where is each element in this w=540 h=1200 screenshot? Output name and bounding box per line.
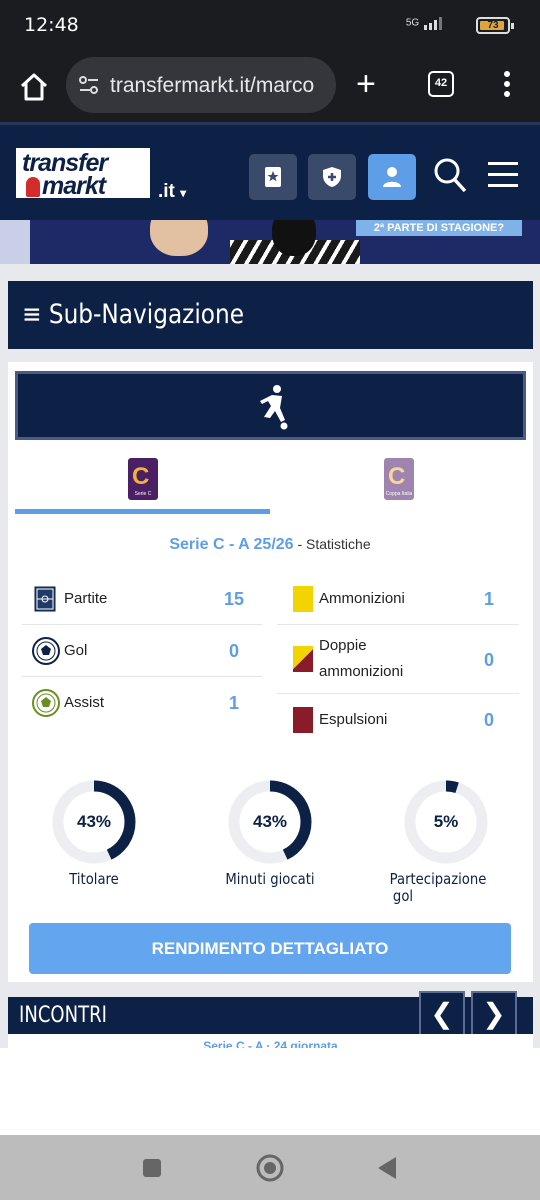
- stat-label: Espulsioni: [319, 711, 388, 728]
- account-button[interactable]: [368, 154, 416, 200]
- site-header: transfer markt .it ▾: [0, 122, 540, 220]
- new-tab-button[interactable]: +: [356, 64, 376, 104]
- status-bar: 12:48 5G 73: [0, 0, 540, 52]
- serie-c-logo-icon: C: [132, 463, 150, 490]
- stats-title: Serie C - A 25/26 - Statistiche: [0, 536, 540, 554]
- logo-text-2: markt: [42, 172, 106, 200]
- stats-label: Statistiche: [306, 536, 371, 552]
- search-icon[interactable]: [433, 157, 467, 198]
- stat-row-partite: Partite 15: [22, 573, 262, 625]
- ad-cta[interactable]: 2ª PARTE DI STAGIONE?: [356, 220, 522, 236]
- stat-label: Ammonizioni: [319, 590, 405, 607]
- browser-menu-icon[interactable]: [503, 70, 511, 103]
- ad-image-player-1: [150, 220, 208, 256]
- stat-value[interactable]: 15: [224, 589, 244, 610]
- stat-value[interactable]: 0: [484, 650, 494, 671]
- stat-row-gol: Gol 0: [22, 625, 262, 677]
- ball-icon: [32, 637, 60, 665]
- back-icon[interactable]: [376, 1156, 398, 1180]
- second-yellow-card-icon: [293, 646, 313, 672]
- football-player-icon: [260, 385, 288, 430]
- stat-label: Gol: [64, 642, 88, 659]
- stats-header: [15, 371, 526, 440]
- tab-competition-serie-c[interactable]: C Serie C: [128, 458, 158, 500]
- donut-partecipazione-gol: 5%: [403, 779, 489, 865]
- previous-button[interactable]: ❮: [419, 991, 465, 1037]
- stat-value[interactable]: 0: [484, 710, 494, 731]
- signal-icon: 5G: [406, 16, 448, 30]
- competition-label: Coppa Italia: [385, 491, 413, 497]
- donut-label: Minuti giocati: [225, 870, 315, 888]
- site-settings-icon[interactable]: [78, 75, 100, 95]
- browser-toolbar: transfermarkt.it/marco + 42: [0, 52, 540, 122]
- donut-percent: 43%: [76, 812, 112, 831]
- ad-banner[interactable]: 2ª PARTE DI STAGIONE?: [0, 220, 540, 264]
- matches-subtitle: Serie C - A · 24 giornata: [8, 1034, 533, 1048]
- stat-label-line-2: ammonizioni: [319, 663, 404, 680]
- battery-icon: 73: [476, 17, 514, 34]
- sub-navigation[interactable]: ≡ Sub-Navigazione: [8, 281, 533, 349]
- donut-percent: 5%: [433, 812, 459, 831]
- stat-value[interactable]: 1: [229, 693, 239, 714]
- stat-value[interactable]: 0: [229, 641, 239, 662]
- yellow-card-icon: [293, 586, 313, 612]
- stat-row-doppie-ammonizioni: Doppie ammonizioni 0: [277, 625, 519, 694]
- bookmark-button[interactable]: [249, 154, 297, 200]
- club-button[interactable]: [308, 154, 356, 200]
- pitch-icon: [34, 586, 56, 612]
- matches-subtitle-text: Serie C - A · 24 giornata: [203, 1039, 338, 1048]
- sub-navigation-title: ≡ Sub-Navigazione: [22, 299, 245, 330]
- network-type: 5G: [405, 17, 420, 29]
- domain-label: .it: [158, 181, 175, 202]
- url-text: transfermarkt.it/marco: [110, 74, 315, 97]
- stat-row-ammonizioni: Ammonizioni 1: [277, 573, 519, 625]
- stat-value[interactable]: 1: [484, 589, 494, 610]
- donut-label-line-2: gol: [392, 887, 414, 905]
- system-navigation-bar: [0, 1135, 540, 1200]
- next-button[interactable]: ❯: [471, 991, 517, 1037]
- detailed-performance-button[interactable]: RENDIMENTO DETTAGLIATO: [29, 923, 511, 974]
- stat-row-assist: Assist 1: [22, 677, 262, 729]
- stat-label-line-1: Doppie: [319, 637, 367, 654]
- logo-mark: [26, 177, 40, 197]
- domain-selector[interactable]: .it ▾: [158, 181, 186, 203]
- donut-label: Titolare: [69, 870, 119, 888]
- tab-switcher-button[interactable]: 42: [428, 71, 454, 97]
- user-icon: [383, 167, 401, 187]
- address-bar[interactable]: transfermarkt.it/marco: [66, 57, 336, 113]
- recents-icon[interactable]: [142, 1158, 162, 1178]
- bookmark-star-icon: [265, 167, 281, 187]
- active-tab-indicator: [15, 509, 270, 514]
- coppa-italia-logo-icon: C: [388, 463, 406, 490]
- donut-percent: 43%: [252, 812, 288, 831]
- donut-minuti-giocati: 43%: [227, 779, 313, 865]
- stat-label: Assist: [64, 694, 105, 711]
- hamburger-menu-icon[interactable]: [488, 161, 518, 192]
- stats-separator: -: [293, 536, 307, 552]
- matches-title: INCONTRI: [19, 1003, 107, 1028]
- red-card-icon: [293, 707, 313, 733]
- status-time: 12:48: [24, 14, 79, 36]
- shield-plus-icon: [323, 167, 341, 187]
- home-icon[interactable]: [16, 69, 52, 105]
- tab-competition-coppa-italia[interactable]: C Coppa Italia: [384, 458, 414, 500]
- stat-label: Partite: [64, 590, 108, 607]
- home-circle-icon[interactable]: [256, 1154, 284, 1182]
- site-logo[interactable]: transfer markt: [14, 146, 152, 200]
- stat-row-espulsioni: Espulsioni 0: [277, 694, 519, 746]
- stats-competition-link[interactable]: Serie C - A 25/26: [169, 536, 293, 553]
- donut-label-line-1: Partecipazione: [389, 870, 487, 888]
- donut-titolare: 43%: [51, 779, 137, 865]
- assist-icon: [32, 689, 60, 717]
- competition-label: Serie C: [134, 491, 152, 497]
- battery-level: 73: [487, 20, 499, 31]
